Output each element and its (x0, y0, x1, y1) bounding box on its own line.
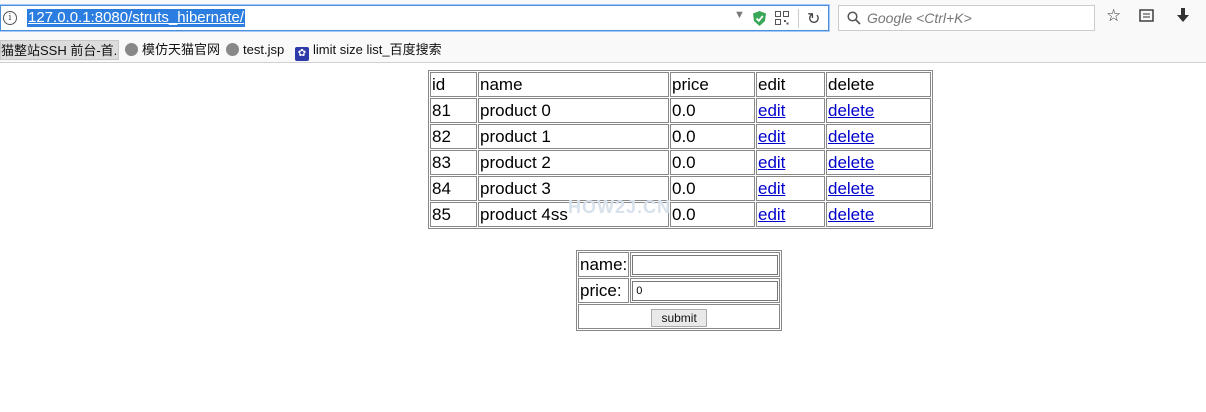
delete-link[interactable]: delete (828, 153, 874, 172)
edit-link[interactable]: edit (758, 179, 785, 198)
cell-price: 0.0 (670, 98, 755, 123)
form-row: price: (578, 278, 781, 303)
search-placeholder: Google <Ctrl+K> (867, 10, 972, 26)
add-product-form: name: price: submit (576, 250, 783, 331)
cell-id: 85 (430, 202, 477, 227)
qr-code-icon[interactable] (775, 11, 789, 25)
cell-edit: edit (756, 124, 825, 149)
delete-link[interactable]: delete (828, 101, 874, 120)
cell-edit: edit (756, 202, 825, 227)
edit-link[interactable]: edit (758, 205, 785, 224)
product-table: id name price edit delete 81 product 0 0… (428, 70, 933, 229)
column-header: id (430, 72, 477, 97)
column-header: price (670, 72, 755, 97)
cell-id: 84 (430, 176, 477, 201)
chevron-down-icon[interactable]: ▼ (734, 9, 745, 21)
url-bar-divider (798, 9, 799, 28)
table-row: 83 product 2 0.0 edit delete (430, 150, 931, 175)
cell-edit: edit (756, 150, 825, 175)
bookmark-label: 模仿天猫官网 (142, 42, 221, 57)
search-icon (847, 11, 861, 25)
star-icon[interactable]: ☆ (1106, 6, 1121, 26)
reload-icon[interactable]: ↻ (807, 9, 820, 29)
table-header-row: id name price edit delete (430, 72, 931, 97)
column-header: edit (756, 72, 825, 97)
submit-cell: submit (578, 304, 781, 329)
cell-delete: delete (826, 202, 931, 227)
cell-name: product 1 (478, 124, 669, 149)
cell-edit: edit (756, 176, 825, 201)
name-input[interactable] (632, 254, 779, 275)
bookmark-item[interactable]: ✿ limit size list_百度搜索 (295, 40, 442, 61)
delete-link[interactable]: delete (828, 205, 874, 224)
table-row: 84 product 3 0.0 edit delete (430, 176, 931, 201)
info-icon[interactable]: i (3, 11, 17, 25)
browser-toolbar: i 127.0.0.1:8080/struts_hibernate/ ▼ ↻ G… (0, 0, 1206, 37)
shield-icon[interactable] (753, 11, 766, 26)
cell-price: 0.0 (670, 202, 755, 227)
cell-edit: edit (756, 98, 825, 123)
watermark: HOW2J.CN (568, 197, 672, 217)
reading-list-icon[interactable] (1139, 8, 1154, 28)
price-label: price: (578, 278, 630, 303)
cell-price: 0.0 (670, 176, 755, 201)
url-text[interactable]: 127.0.0.1:8080/struts_hibernate/ (27, 9, 245, 27)
bookmark-item[interactable]: test.jsp (226, 40, 284, 60)
cell-price: 0.0 (670, 124, 755, 149)
name-label: name: (578, 252, 630, 277)
column-header: name (478, 72, 669, 97)
table-row: 82 product 1 0.0 edit delete (430, 124, 931, 149)
price-input[interactable] (632, 280, 779, 301)
globe-icon (226, 43, 239, 56)
cell-id: 82 (430, 124, 477, 149)
cell-delete: delete (826, 176, 931, 201)
bookmarks-bar: 猫整站SSH 前台-首... 模仿天猫官网 test.jsp ✿ limit si… (0, 37, 1206, 63)
url-bar[interactable]: i 127.0.0.1:8080/struts_hibernate/ ▼ ↻ (0, 5, 829, 31)
table-row: 85 product 4ss 0.0 edit delete (430, 202, 931, 227)
globe-icon (125, 43, 138, 56)
delete-link[interactable]: delete (828, 127, 874, 146)
cell-id: 83 (430, 150, 477, 175)
cell-name: product 2 (478, 150, 669, 175)
edit-link[interactable]: edit (758, 127, 785, 146)
bookmark-item[interactable]: 模仿天猫官网 (125, 40, 220, 60)
bookmark-item[interactable]: 猫整站SSH 前台-首... (0, 40, 119, 60)
edit-link[interactable]: edit (758, 153, 785, 172)
baidu-paw-icon: ✿ (295, 47, 309, 61)
cell-price: 0.0 (670, 150, 755, 175)
bookmark-label: 猫整站SSH 前台-首... (1, 43, 119, 58)
form-row: name: (578, 252, 781, 277)
delete-link[interactable]: delete (828, 179, 874, 198)
bookmark-label: limit size list_百度搜索 (313, 42, 442, 57)
cell-delete: delete (826, 124, 931, 149)
cell-id: 81 (430, 98, 477, 123)
submit-button[interactable]: submit (651, 308, 707, 327)
name-cell (630, 252, 781, 277)
cell-name: product 0 (478, 98, 669, 123)
cell-delete: delete (826, 98, 931, 123)
table-row: 81 product 0 0.0 edit delete (430, 98, 931, 123)
form-row: submit (578, 304, 781, 329)
cell-delete: delete (826, 150, 931, 175)
column-header: delete (826, 72, 931, 97)
search-bar[interactable]: Google <Ctrl+K> (838, 5, 1095, 31)
edit-link[interactable]: edit (758, 101, 785, 120)
download-icon[interactable] (1176, 8, 1190, 28)
price-cell (630, 278, 781, 303)
bookmark-label: test.jsp (243, 42, 285, 57)
